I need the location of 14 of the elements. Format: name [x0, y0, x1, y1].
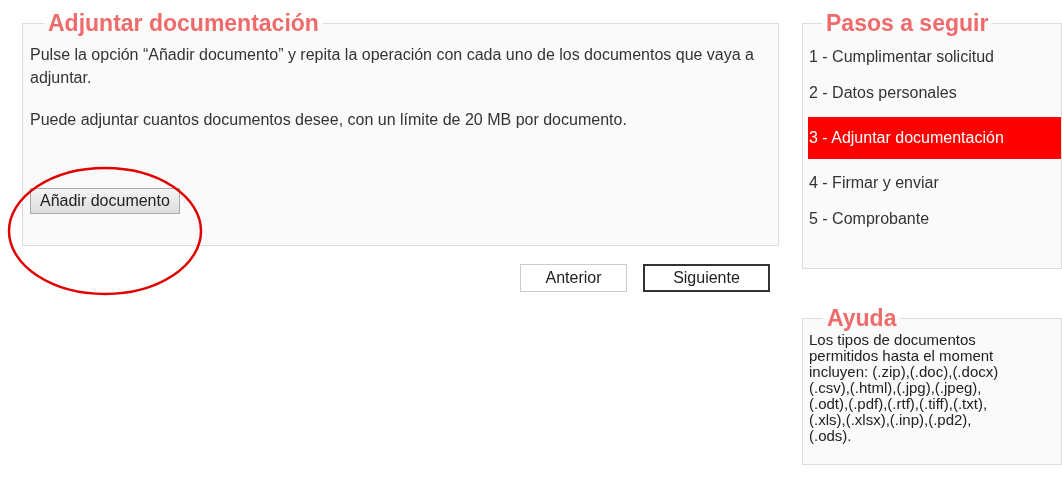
instruction-text: Pulse la opción “Añadir documento” y repita la operación con cada uno de los documentos que vaya a adjuntar.: [30, 45, 755, 88]
panel-title: Pasos a seguir: [825, 10, 990, 37]
panel-title: Ayuda: [826, 305, 898, 332]
instruction-text: Puede adjuntar cuantos documentos desee, con un límite de 20 MB por documento.: [30, 110, 628, 130]
panel-title: Adjuntar documentación: [47, 10, 320, 37]
step-item[interactable]: 3 - Adjuntar documentación: [808, 117, 1061, 159]
help-text: Los tipos de documentos permitidos hasta el moment incluyen: (.zip),(.doc),(.docx) (.csv),(.html),(.jpg),(.jpeg), (.odt),(.pdf),(.rtf),(.tiff),(.txt), (.xls),(.xlsx),(.inp),(.pd2), (.ods).: [809, 332, 1000, 444]
step-item[interactable]: 5 - Comprobante: [808, 201, 1061, 237]
previous-button[interactable]: Anterior: [520, 264, 627, 292]
step-item[interactable]: 2 - Datos personales: [808, 75, 1061, 111]
add-document-button[interactable]: Añadir documento: [30, 188, 180, 214]
step-item[interactable]: 1 - Cumplimentar solicitud: [808, 39, 1061, 75]
step-item[interactable]: 4 - Firmar y enviar: [808, 165, 1061, 201]
next-button[interactable]: Siguiente: [643, 264, 770, 292]
